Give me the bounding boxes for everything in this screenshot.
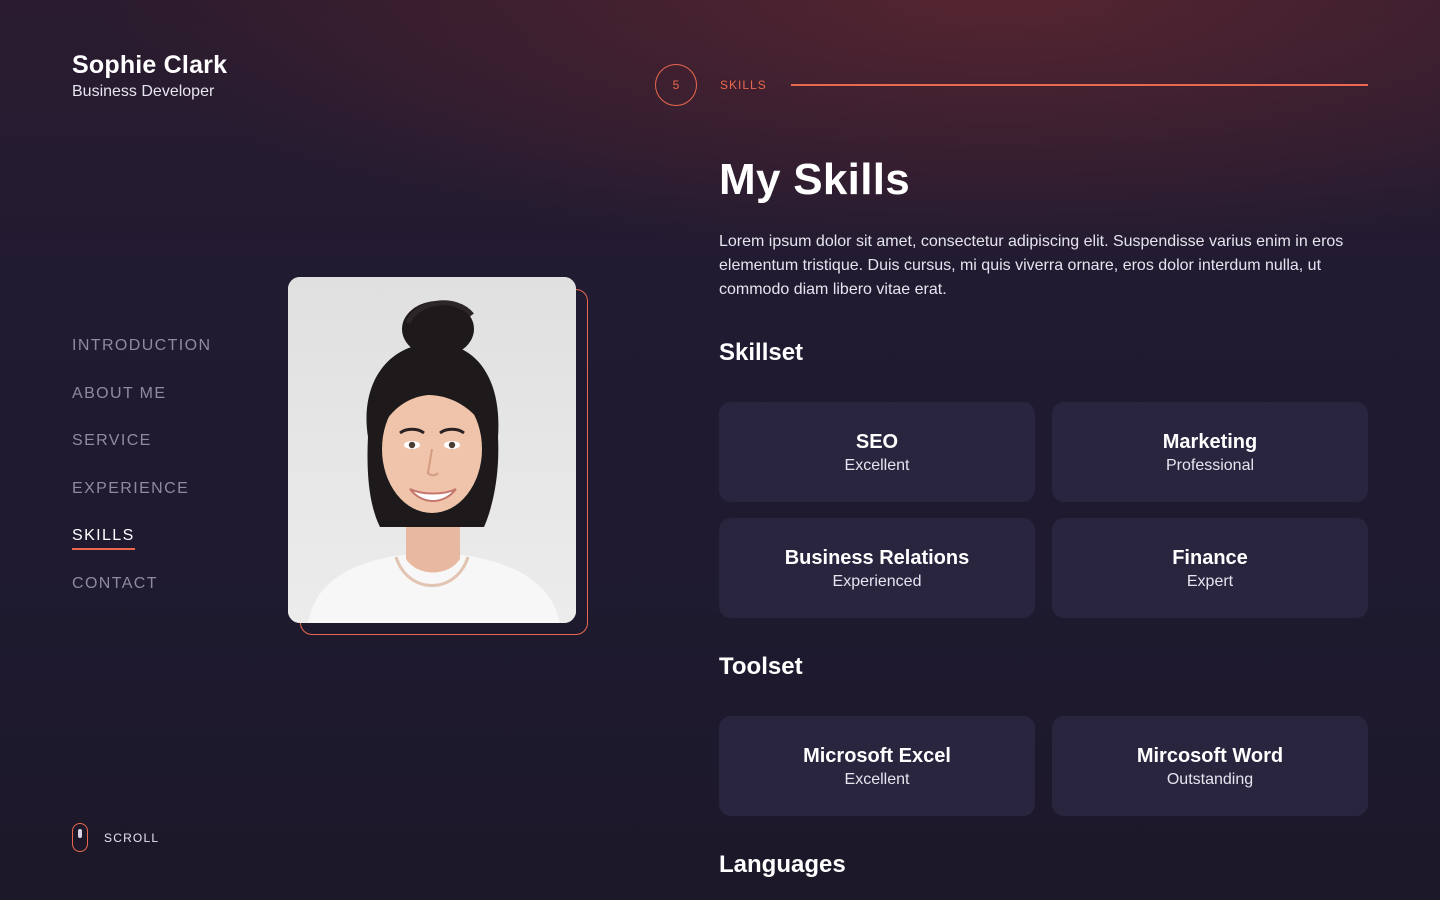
section-step-indicator: 5 SKILLS [655, 64, 1368, 106]
skill-name: SEO [855, 430, 899, 453]
nav-item-label: CONTACT [72, 574, 158, 592]
scroll-indicator[interactable]: SCROLL [72, 823, 159, 852]
profile-photo [288, 277, 576, 623]
brand-name: Sophie Clark [72, 51, 228, 79]
tool-name: Microsoft Excel [803, 744, 951, 767]
nav-item-label: EXPERIENCE [72, 479, 190, 497]
skillset-grid: SEO Excellent Marketing Professional Bus… [719, 402, 1368, 618]
brand: Sophie Clark Business Developer [72, 50, 227, 102]
nav-item-contact[interactable]: CONTACT [72, 572, 211, 596]
nav-item-label: SKILLS [72, 526, 135, 550]
skills-content: My Skills Lorem ipsum dolor sit amet, co… [719, 152, 1368, 880]
languages-title: Languages [719, 851, 846, 878]
skill-level: Expert [1186, 572, 1234, 590]
skill-level: Experienced [832, 572, 922, 590]
skill-name: Marketing [1162, 430, 1258, 453]
skill-card: Business Relations Experienced [719, 518, 1035, 618]
nav-item-label: SERVICE [72, 432, 152, 449]
nav-item-label: ABOUT ME [72, 384, 167, 402]
skill-card: SEO Excellent [719, 402, 1035, 502]
nav-item-service[interactable]: SERVICE [72, 429, 211, 453]
page-title: My Skills [719, 155, 911, 204]
nav-item-skills[interactable]: SKILLS [72, 524, 211, 550]
skill-card: Marketing Professional [1052, 402, 1368, 502]
skill-card: Finance Expert [1052, 518, 1368, 618]
skill-level: Professional [1165, 456, 1255, 474]
step-number: 5 [655, 64, 697, 106]
tool-level: Excellent [844, 770, 910, 788]
tool-card: Microsoft Excel Excellent [719, 716, 1035, 816]
toolset-title: Toolset [719, 653, 803, 680]
step-label: SKILLS [720, 78, 767, 92]
mouse-icon [72, 823, 88, 852]
skill-level: Excellent [844, 456, 910, 474]
tool-card: Mircosoft Word Outstanding [1052, 716, 1368, 816]
tool-level: Outstanding [1166, 770, 1254, 788]
skillset-title: Skillset [719, 339, 804, 366]
nav-item-introduction[interactable]: INTRODUCTION [72, 334, 211, 358]
portrait-illustration [288, 277, 576, 623]
nav-item-label: INTRODUCTION [72, 337, 212, 354]
step-progress-line [790, 84, 1368, 86]
nav-item-experience[interactable]: EXPERIENCE [72, 477, 211, 501]
brand-role: Business Developer [72, 83, 215, 100]
intro-text: Lorem ipsum dolor sit amet, consectetur … [719, 233, 1344, 298]
skill-name: Business Relations [784, 546, 970, 569]
side-nav: INTRODUCTION ABOUT ME SERVICE EXPERIENCE… [72, 334, 211, 619]
scroll-label: SCROLL [104, 830, 160, 845]
nav-item-about-me[interactable]: ABOUT ME [72, 382, 211, 406]
toolset-grid: Microsoft Excel Excellent Mircosoft Word… [719, 716, 1368, 816]
tool-name: Mircosoft Word [1136, 744, 1284, 767]
skill-name: Finance [1172, 546, 1248, 569]
